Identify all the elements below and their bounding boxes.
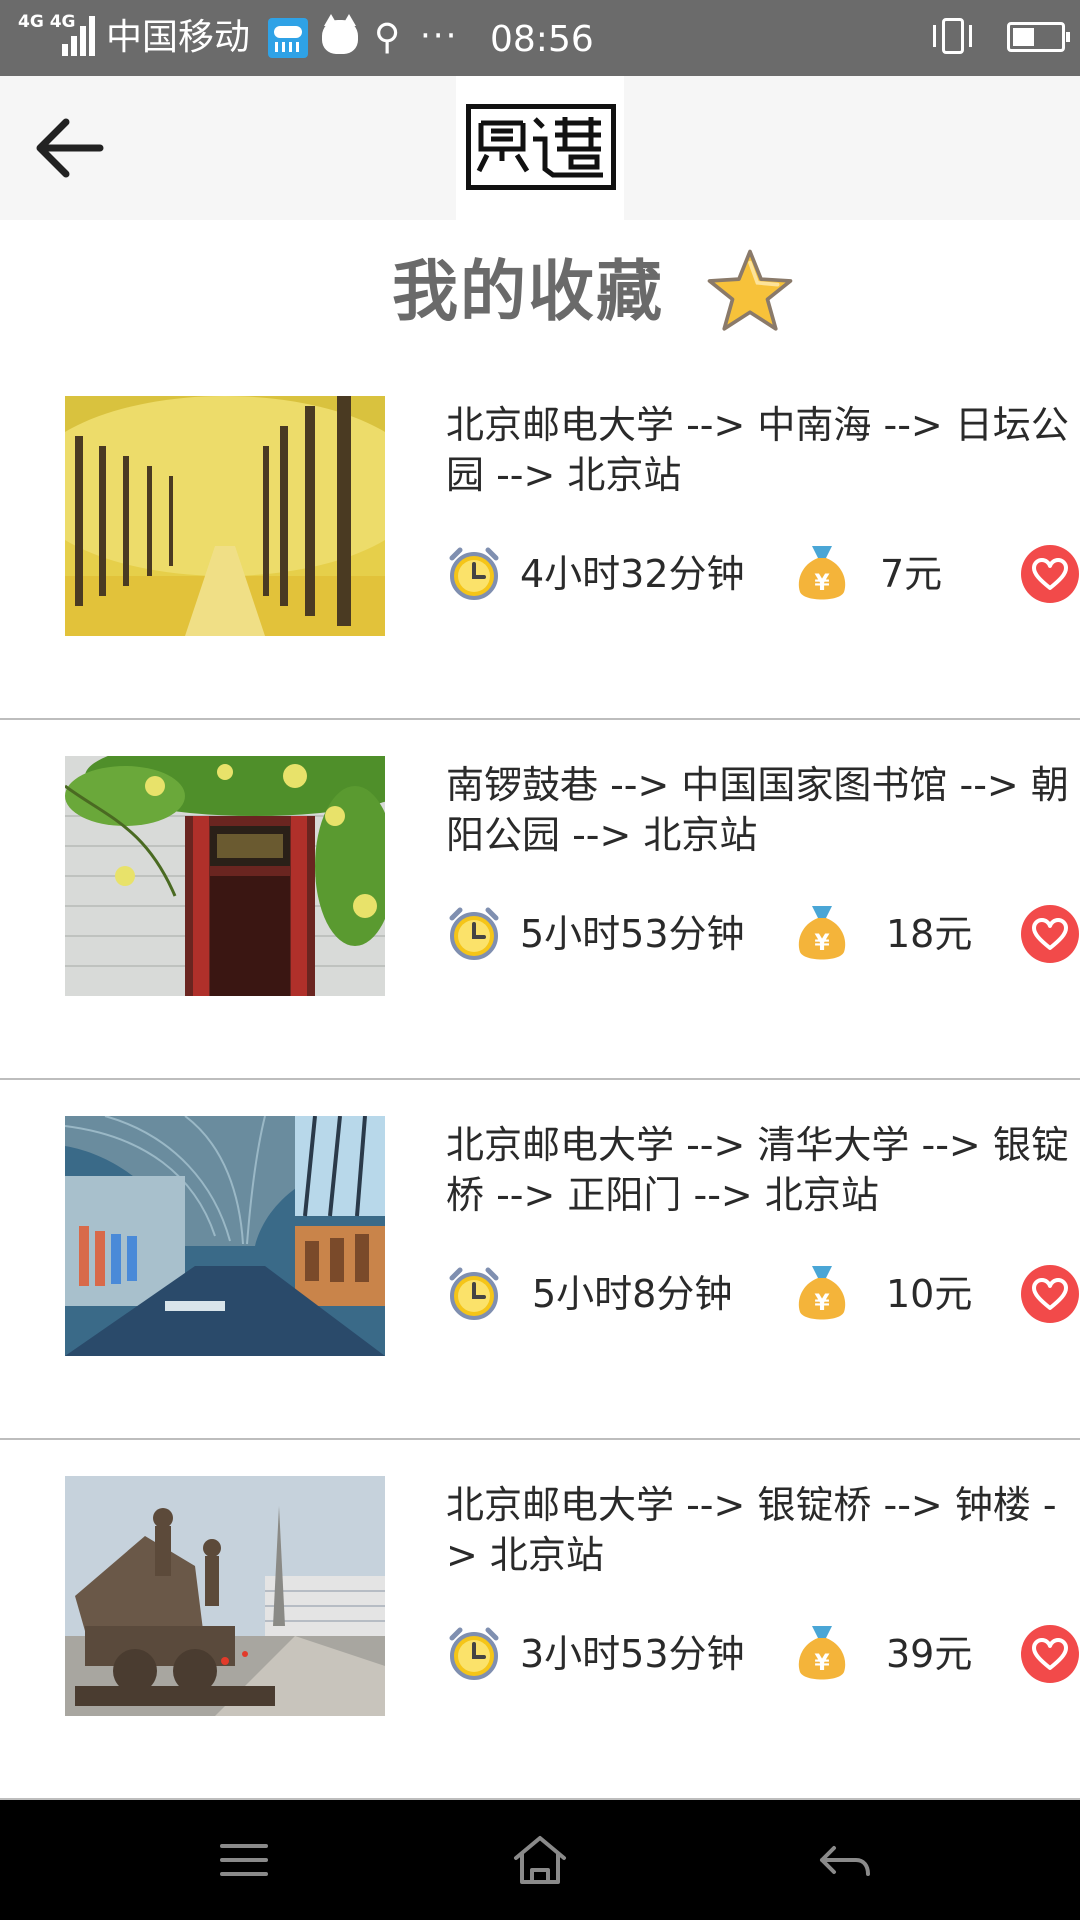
vibrate-icon bbox=[933, 18, 972, 54]
alarm-clock-icon bbox=[449, 907, 499, 960]
price-text: 10元 bbox=[886, 1272, 973, 1316]
svg-text:¥: ¥ bbox=[814, 1651, 830, 1676]
alarm-clock-icon bbox=[449, 1267, 499, 1320]
duration-text: 3小时53分钟 bbox=[520, 1632, 745, 1676]
menu-icon[interactable] bbox=[214, 1832, 274, 1888]
military-museum-photo bbox=[65, 1476, 385, 1716]
battery-icon bbox=[1007, 22, 1070, 52]
route-text: 南锣鼓巷 --> 中国国家图书馆 --> 朝阳公园 --> 北京站 bbox=[446, 763, 1069, 857]
logo-mark bbox=[466, 104, 616, 190]
money-bag-icon: ¥ bbox=[798, 546, 846, 600]
route-meta: 5小时8分钟 ¥ 10元 bbox=[446, 1262, 1080, 1326]
home-icon[interactable] bbox=[510, 1832, 570, 1888]
cat-icon bbox=[322, 14, 358, 54]
title-row: 我的收藏 bbox=[0, 240, 1080, 340]
page: 4G 4G 中国移动 ⚲ ··· 08:56 我的收藏 北京邮电大学 --> 中… bbox=[0, 0, 1080, 1920]
svg-text:¥: ¥ bbox=[814, 1291, 830, 1316]
arrow-left-icon bbox=[36, 118, 104, 178]
money-bag-icon: ¥ bbox=[798, 1626, 846, 1680]
usb-icon: ⚲ bbox=[374, 17, 401, 58]
signal-icon bbox=[62, 16, 100, 56]
favorite-heart-icon[interactable] bbox=[1020, 1264, 1080, 1324]
route-meta: 5小时53分钟 ¥ 18元 bbox=[446, 902, 1080, 966]
price-text: 7元 bbox=[880, 552, 943, 596]
back-button[interactable] bbox=[30, 110, 110, 186]
status-bar: 4G 4G 中国移动 ⚲ ··· 08:56 bbox=[0, 0, 1080, 76]
favorite-card[interactable]: 北京邮电大学 --> 中南海 --> 日坛公园 --> 北京站 4小时32分钟 … bbox=[0, 360, 1080, 720]
favorite-heart-icon[interactable] bbox=[1020, 544, 1080, 604]
favorite-heart-icon[interactable] bbox=[1020, 1624, 1080, 1684]
route-text: 北京邮电大学 --> 中南海 --> 日坛公园 --> 北京站 bbox=[446, 403, 1069, 497]
alarm-clock-icon bbox=[449, 1627, 499, 1680]
favorite-card[interactable]: 北京邮电大学 --> 银锭桥 --> 钟楼 -> 北京站 3小时53分钟 ¥ 3… bbox=[0, 1440, 1080, 1800]
museum-corridor-photo bbox=[65, 1116, 385, 1356]
favorite-heart-icon[interactable] bbox=[1020, 904, 1080, 964]
back-icon[interactable] bbox=[814, 1832, 874, 1888]
route-text: 北京邮电大学 --> 清华大学 --> 银锭桥 --> 正阳门 --> 北京站 bbox=[446, 1123, 1069, 1217]
clock-time: 08:56 bbox=[490, 19, 594, 60]
duration-text: 5小时8分钟 bbox=[532, 1272, 733, 1316]
duration-text: 4小时32分钟 bbox=[520, 552, 745, 596]
app-logo bbox=[456, 76, 624, 220]
alarm-clock-icon bbox=[449, 547, 499, 600]
app-header bbox=[0, 76, 1080, 220]
route-text: 北京邮电大学 --> 银锭桥 --> 钟楼 -> 北京站 bbox=[446, 1483, 1057, 1577]
weather-rain-icon bbox=[268, 18, 308, 58]
money-bag-icon: ¥ bbox=[798, 906, 846, 960]
price-text: 18元 bbox=[886, 912, 973, 956]
star-icon bbox=[707, 249, 793, 331]
favorite-card[interactable]: 南锣鼓巷 --> 中国国家图书馆 --> 朝阳公园 --> 北京站 5小时53分… bbox=[0, 720, 1080, 1080]
carrier-name: 中国移动 bbox=[106, 17, 251, 58]
route-meta: 4小时32分钟 ¥ 7元 bbox=[446, 542, 1080, 606]
system-nav-bar bbox=[0, 1800, 1080, 1920]
favorite-card[interactable]: 北京邮电大学 --> 清华大学 --> 银锭桥 --> 正阳门 --> 北京站 … bbox=[0, 1080, 1080, 1440]
route-meta: 3小时53分钟 ¥ 39元 bbox=[446, 1622, 1080, 1686]
ginkgo-avenue-photo bbox=[65, 396, 385, 636]
money-bag-icon: ¥ bbox=[798, 1266, 846, 1320]
duration-text: 5小时53分钟 bbox=[520, 912, 745, 956]
more-dots-icon: ··· bbox=[420, 16, 459, 56]
price-text: 39元 bbox=[886, 1632, 973, 1676]
page-title: 我的收藏 bbox=[392, 253, 664, 330]
svg-text:¥: ¥ bbox=[814, 931, 830, 956]
svg-text:¥: ¥ bbox=[814, 571, 830, 596]
network-type-1: 4G bbox=[18, 12, 44, 32]
hutong-gate-photo bbox=[65, 756, 385, 996]
